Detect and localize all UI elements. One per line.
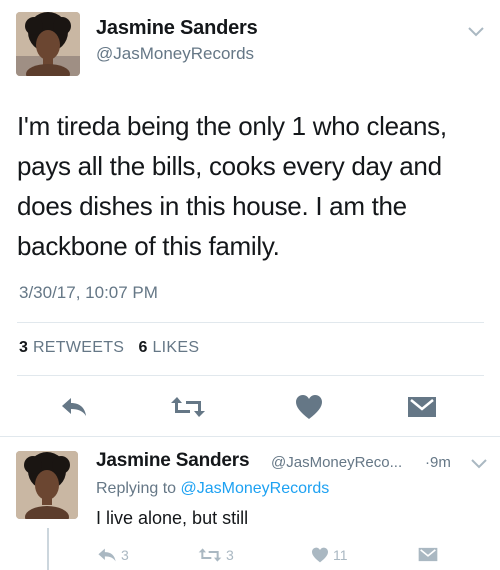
reply-text: I live alone, but still [96,508,249,528]
dm-icon[interactable] [407,396,437,418]
reply-author-handle[interactable]: @JasMoneyReco... [271,454,402,471]
tweet-text-line: does dishes in this house. I am the [17,191,407,221]
dm-icon[interactable] [418,547,438,562]
retweet-icon[interactable] [170,395,206,419]
author-name[interactable]: Jasmine Sanders [96,17,258,40]
reply-icon[interactable] [97,547,117,563]
avatar[interactable] [16,451,78,519]
heart-icon[interactable] [295,394,323,420]
thread-line [47,528,49,570]
divider [0,436,500,437]
author-handle[interactable]: @JasMoneyRecords [96,44,254,64]
likes-label[interactable]: LIKES [152,339,199,356]
reply-icon[interactable] [60,396,88,418]
divider [17,322,484,323]
reply-count: 3 [121,547,129,563]
reply-author-name[interactable]: Jasmine Sanders [96,450,250,472]
retweet-action[interactable]: 3 [198,547,234,563]
reply-time-value[interactable]: 9m [430,454,451,471]
tweet-text: I'm tireda being the only 1 who cleans, … [17,106,487,266]
replying-handle-link[interactable]: @JasMoneyRecords [181,480,330,497]
tweet-text-line: I'm tireda being the only 1 who cleans, [17,111,447,141]
tweet-text-line: pays all the bills, cooks every day and [17,151,442,181]
engagement-stats: 3 RETWEETS 6 LIKES [19,339,199,357]
replying-prefix: Replying to [96,480,177,497]
reply-action[interactable]: 3 [97,547,129,563]
retweets-count[interactable]: 3 [19,339,28,356]
likes-count[interactable]: 6 [139,339,148,356]
retweet-count: 3 [226,547,234,563]
retweets-label[interactable]: RETWEETS [33,339,124,356]
avatar[interactable] [16,12,80,76]
divider [17,375,484,376]
dm-action[interactable] [418,547,442,562]
heart-icon[interactable] [311,547,329,563]
reply-time[interactable]: ·9m [425,454,451,471]
main-tweet: Jasmine Sanders @JasMoneyRecords I'm tir… [0,0,500,436]
tweet-timestamp[interactable]: 3/30/17, 10:07 PM [19,283,158,303]
retweet-icon[interactable] [198,547,222,563]
tweet-text-line: backbone of this family. [17,231,280,261]
chevron-down-icon[interactable] [470,458,488,470]
chevron-down-icon[interactable] [466,25,486,39]
replying-to: Replying to @JasMoneyRecords [96,480,329,498]
like-action[interactable]: 11 [311,547,348,563]
like-count: 11 [333,547,348,563]
